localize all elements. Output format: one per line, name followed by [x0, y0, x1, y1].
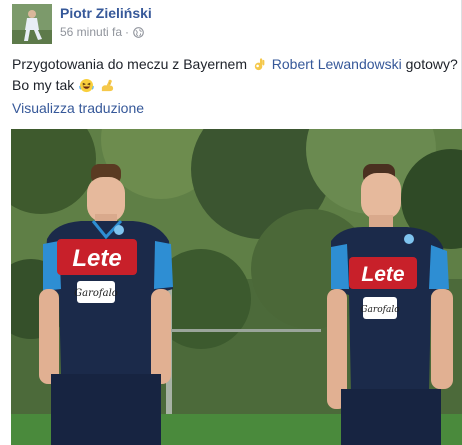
facebook-post-card: Piotr Zieliński 56 minuti fa · Przygotow…	[0, 0, 462, 445]
ok-hand-emoji	[252, 57, 267, 72]
meta-separator: ·	[125, 25, 130, 39]
author-avatar[interactable]	[12, 4, 52, 44]
sponsor-logo-right: Lete	[361, 263, 405, 286]
author-name[interactable]: Piotr Zieliński	[60, 5, 152, 21]
secondary-sponsor-left: Garofalo	[74, 288, 118, 299]
post-text: Przygotowania do meczu z Bayernem Robert…	[12, 54, 458, 96]
laughing-emoji	[79, 78, 94, 93]
mention-link[interactable]: Robert Lewandowski	[272, 56, 402, 72]
flexed-biceps-emoji	[100, 78, 115, 93]
post-timestamp[interactable]: 56 minuti fa	[60, 25, 122, 39]
post-text-part2: gotowy?	[405, 56, 458, 72]
globe-icon[interactable]	[133, 26, 144, 38]
post-text-line2: Bo my tak	[12, 77, 75, 93]
post-meta: 56 minuti fa ·	[60, 25, 144, 39]
see-translation-link[interactable]: Visualizza traduzione	[12, 100, 144, 116]
sponsor-logo-left: Lete	[72, 245, 121, 272]
post-photo[interactable]: Lete Garofalo Lete Garofalo	[11, 129, 462, 445]
secondary-sponsor-right: Garofalo	[360, 305, 400, 315]
post-text-part1: Przygotowania do meczu z Bayernem	[12, 56, 247, 72]
